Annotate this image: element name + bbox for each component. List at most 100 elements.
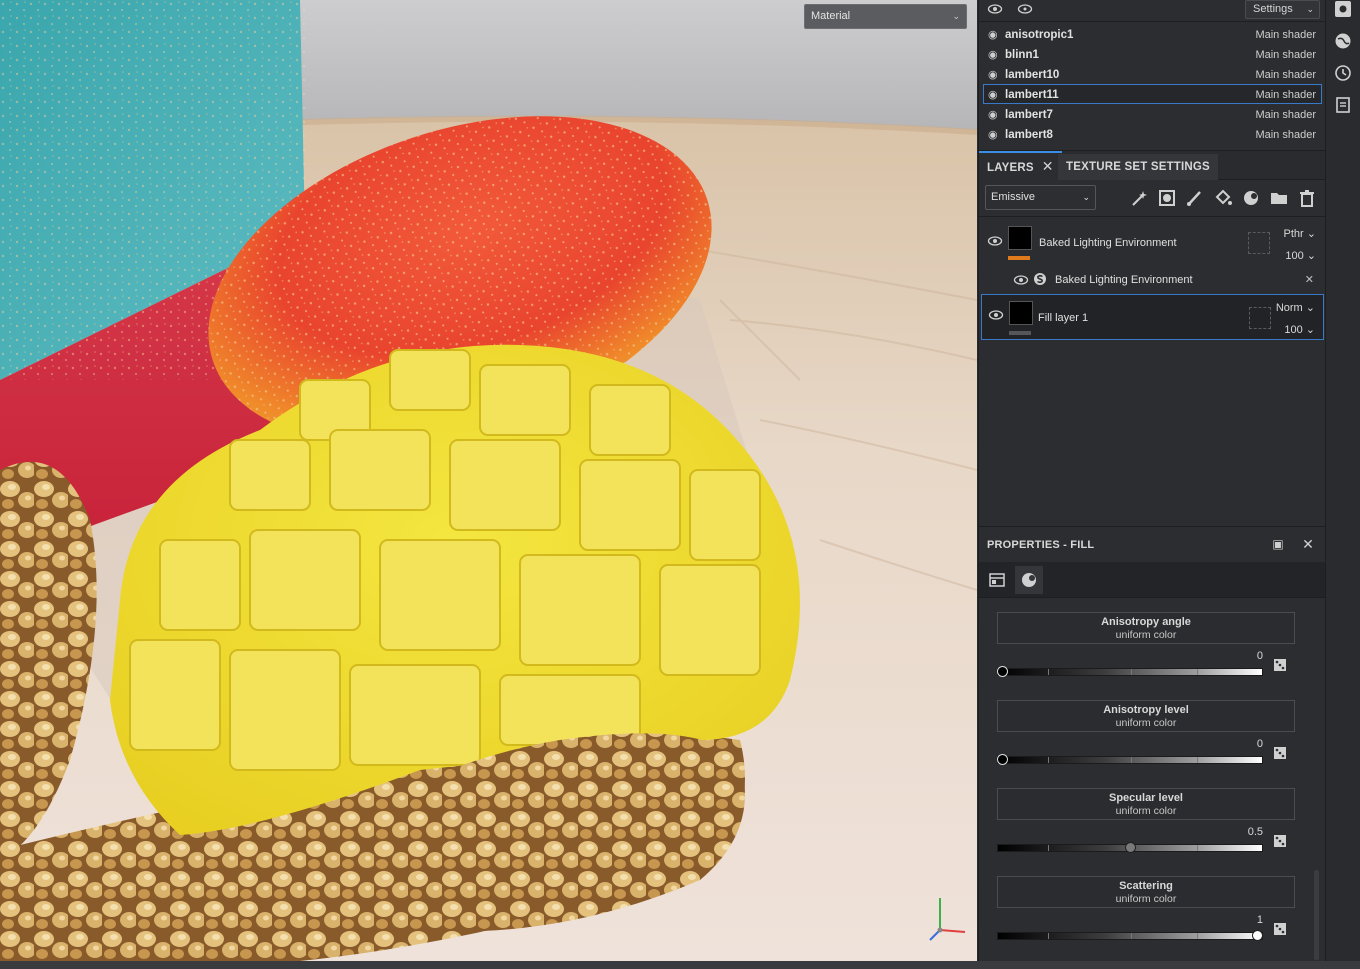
param-source-button[interactable]: Anisotropy angle uniform color xyxy=(997,612,1295,644)
param-value[interactable]: 1 xyxy=(1257,914,1263,926)
texture-set-row[interactable]: ◉ lambert7 Main shader xyxy=(983,104,1322,124)
texture-set-name: anisotropic1 xyxy=(1005,29,1074,41)
eye-icon[interactable] xyxy=(1013,273,1029,287)
history-icon[interactable] xyxy=(1334,64,1352,82)
texture-set-name: lambert7 xyxy=(1005,109,1053,121)
settings-label: Settings xyxy=(1253,3,1293,15)
info-icon[interactable] xyxy=(1017,2,1033,18)
shader-label[interactable]: Main shader xyxy=(1255,25,1316,45)
texture-set-row[interactable]: ◉ anisotropic1 Main shader xyxy=(983,24,1322,44)
blend-mode-dropdown[interactable]: Norm ⌄ xyxy=(1276,301,1315,314)
fill-bucket-icon[interactable] xyxy=(1213,188,1233,208)
geometry-mask-icon[interactable] xyxy=(983,566,1011,594)
slider-tick xyxy=(1197,933,1198,939)
shader-label[interactable]: Main shader xyxy=(1255,125,1316,145)
random-seed-icon[interactable] xyxy=(1273,922,1287,936)
texture-set-row[interactable]: ◉ lambert8 Main shader xyxy=(983,124,1322,144)
param-source-button[interactable]: Anisotropy level uniform color xyxy=(997,700,1295,732)
eye-icon[interactable]: ◉ xyxy=(988,85,1002,105)
opacity-dropdown[interactable]: 100 ⌄ xyxy=(1285,249,1316,262)
material-icon[interactable] xyxy=(1015,566,1043,594)
layer-row[interactable]: Baked Lighting Environment Pthr ⌄ 100 ⌄ xyxy=(981,220,1324,268)
texture-set-row[interactable]: ◉ blinn1 Main shader xyxy=(983,44,1322,64)
3d-viewport[interactable]: Material ⌄ xyxy=(0,0,977,961)
viewport-mode-label: Material xyxy=(811,10,851,22)
smart-material-icon[interactable] xyxy=(1241,188,1261,208)
slider-handle[interactable] xyxy=(997,754,1008,765)
channel-dropdown[interactable]: Emissive ⌄ xyxy=(985,185,1096,210)
param-source-button[interactable]: Scattering uniform color xyxy=(997,876,1295,908)
shader-label[interactable]: Main shader xyxy=(1255,45,1316,65)
close-icon[interactable]: ✕ xyxy=(1301,537,1315,551)
param-source: uniform color xyxy=(1115,805,1177,817)
log-icon[interactable] xyxy=(1334,96,1352,114)
slider-tick xyxy=(1197,669,1198,675)
param-value[interactable]: 0.5 xyxy=(1248,826,1263,838)
tab-layers[interactable]: LAYERS ✕ xyxy=(979,151,1062,180)
param-value[interactable]: 0 xyxy=(1257,650,1263,662)
eye-icon[interactable] xyxy=(988,308,1004,322)
visibility-toggle-icon[interactable] xyxy=(987,2,1003,18)
popout-icon[interactable]: ▣ xyxy=(1271,537,1285,551)
eye-icon[interactable] xyxy=(987,234,1003,248)
close-icon[interactable]: ✕ xyxy=(1305,273,1314,286)
effect-name: Baked Lighting Environment xyxy=(1055,274,1193,286)
opacity-value: 100 xyxy=(1284,324,1303,336)
axis-gizmo-icon xyxy=(929,898,966,941)
slider-handle[interactable] xyxy=(1252,930,1263,941)
right-toolstrip xyxy=(1325,0,1360,961)
opacity-dropdown[interactable]: 100 ⌄ xyxy=(1284,323,1315,336)
random-seed-icon[interactable] xyxy=(1273,834,1287,848)
viewport-scene xyxy=(0,0,977,961)
random-seed-icon[interactable] xyxy=(1273,658,1287,672)
shader-label[interactable]: Main shader xyxy=(1255,105,1316,125)
param-slider[interactable] xyxy=(997,666,1263,677)
param-slider[interactable] xyxy=(997,842,1263,853)
add-effect-icon[interactable] xyxy=(1129,188,1149,208)
blend-mode-dropdown[interactable]: Pthr ⌄ xyxy=(1284,227,1316,240)
close-icon[interactable]: ✕ xyxy=(1042,158,1054,174)
texture-set-row[interactable]: ◉ lambert10 Main shader xyxy=(983,64,1322,84)
param-slider[interactable] xyxy=(997,930,1263,941)
chevron-down-icon: ⌄ xyxy=(1306,4,1314,14)
slider-tick xyxy=(1048,757,1049,763)
random-seed-icon[interactable] xyxy=(1273,746,1287,760)
environment-icon[interactable] xyxy=(1334,32,1352,50)
mask-slot[interactable] xyxy=(1249,307,1271,329)
slider-tick xyxy=(1197,845,1198,851)
settings-icon[interactable] xyxy=(1334,0,1352,18)
slider-tick xyxy=(1048,845,1049,851)
eye-icon[interactable]: ◉ xyxy=(988,105,1002,125)
properties-scrollbar[interactable] xyxy=(1314,870,1319,960)
layer-row-selected[interactable]: Fill layer 1 Norm ⌄ 100 ⌄ xyxy=(981,294,1324,340)
shader-label[interactable]: Main shader xyxy=(1255,85,1316,105)
param-slider[interactable] xyxy=(997,754,1263,765)
folder-icon[interactable] xyxy=(1269,188,1289,208)
eye-icon[interactable]: ◉ xyxy=(988,45,1002,65)
param-source-button[interactable]: Specular level uniform color xyxy=(997,788,1295,820)
slider-handle[interactable] xyxy=(997,666,1008,677)
texture-set-name: blinn1 xyxy=(1005,49,1039,61)
param-name: Anisotropy level xyxy=(1103,704,1189,716)
param-name: Scattering xyxy=(1119,880,1173,892)
layer-effect-row[interactable]: Baked Lighting Environment ✕ xyxy=(981,268,1324,292)
viewport-mode-select[interactable]: Material ⌄ xyxy=(804,4,967,29)
param-value[interactable]: 0 xyxy=(1257,738,1263,750)
add-mask-icon[interactable] xyxy=(1157,188,1177,208)
tab-texture-set-settings[interactable]: TEXTURE SET SETTINGS xyxy=(1058,154,1218,180)
eye-icon[interactable]: ◉ xyxy=(988,25,1002,45)
opacity-value: 100 xyxy=(1285,250,1304,262)
trash-icon[interactable] xyxy=(1297,188,1317,208)
texture-set-settings-dropdown[interactable]: Settings ⌄ xyxy=(1245,0,1320,19)
slider-tick xyxy=(1131,669,1132,675)
tab-layers-label: LAYERS xyxy=(987,162,1034,174)
texture-set-row-selected[interactable]: ◉ lambert11 Main shader xyxy=(983,84,1322,104)
texture-set-name: lambert11 xyxy=(1005,89,1059,101)
paint-brush-icon[interactable] xyxy=(1185,188,1205,208)
eye-icon[interactable]: ◉ xyxy=(988,125,1002,145)
texture-set-list: ◉ anisotropic1 Main shader ◉ blinn1 Main… xyxy=(983,24,1322,144)
shader-label[interactable]: Main shader xyxy=(1255,65,1316,85)
eye-icon[interactable]: ◉ xyxy=(988,65,1002,85)
slider-handle[interactable] xyxy=(1124,842,1136,853)
mask-slot[interactable] xyxy=(1248,232,1270,254)
